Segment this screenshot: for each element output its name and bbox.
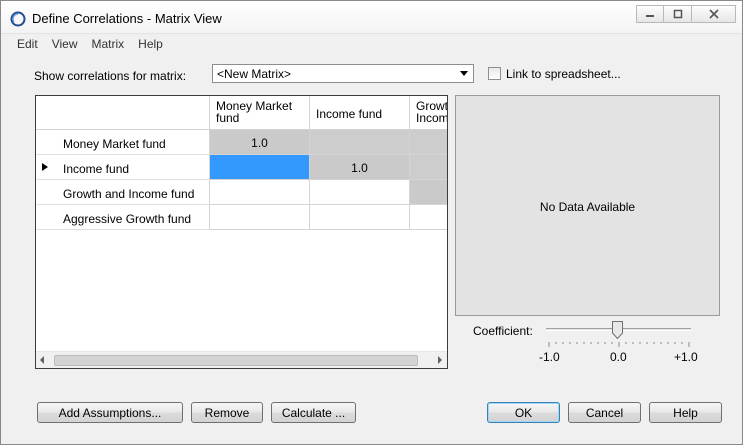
no-data-message: No Data Available <box>539 200 636 214</box>
coefficient-max-label: +1.0 <box>674 350 698 364</box>
horizontal-scrollbar[interactable] <box>36 351 447 368</box>
column-header[interactable]: Growth and Income fund <box>410 96 447 130</box>
add-assumptions-button[interactable]: Add Assumptions... <box>37 402 183 423</box>
calculate-button[interactable]: Calculate ... <box>271 402 356 423</box>
menu-matrix[interactable]: Matrix <box>84 35 131 53</box>
remove-button[interactable]: Remove <box>191 402 263 423</box>
ok-button[interactable]: OK <box>487 402 560 423</box>
matrix-cell[interactable] <box>210 205 310 230</box>
matrix-cell[interactable]: 1.0 <box>310 155 410 180</box>
define-correlations-dialog: Define Correlations - Matrix View Edit V… <box>0 0 743 445</box>
close-button[interactable] <box>692 5 736 23</box>
matrix-cell[interactable] <box>210 180 310 205</box>
matrix-cell[interactable] <box>310 180 410 205</box>
window-title: Define Correlations - Matrix View <box>32 11 222 26</box>
maximize-icon <box>673 9 682 19</box>
grid-corner <box>36 96 210 130</box>
title-bar: Define Correlations - Matrix View <box>1 1 742 34</box>
row-selector[interactable] <box>36 205 52 230</box>
link-to-spreadsheet-checkbox[interactable] <box>488 67 501 80</box>
menu-help[interactable]: Help <box>131 35 170 53</box>
matrix-select-value: <New Matrix> <box>217 67 292 81</box>
matrix-cell <box>410 130 447 155</box>
column-header[interactable]: Money Market fund <box>210 96 310 130</box>
close-icon <box>708 9 719 19</box>
current-row-arrow-icon <box>42 163 48 171</box>
matrix-selector-label: Show correlations for matrix: <box>34 69 187 83</box>
coefficient-slider-thumb[interactable] <box>612 321 623 339</box>
scrollbar-thumb[interactable] <box>54 355 418 366</box>
correlation-preview-panel: No Data Available <box>455 95 720 316</box>
matrix-cell[interactable] <box>410 180 447 205</box>
menu-edit[interactable]: Edit <box>10 35 45 53</box>
scroll-left-icon[interactable] <box>40 356 44 364</box>
maximize-button[interactable] <box>664 5 692 23</box>
current-row-indicator[interactable] <box>36 155 52 180</box>
matrix-cell[interactable]: 1.0 <box>210 130 310 155</box>
cancel-button[interactable]: Cancel <box>568 402 641 423</box>
coefficient-min-label: -1.0 <box>539 350 560 364</box>
link-to-spreadsheet-label[interactable]: Link to spreadsheet... <box>506 67 621 81</box>
coefficient-mid-label: 0.0 <box>610 350 627 364</box>
help-button[interactable]: Help <box>649 402 722 423</box>
row-header: Income fund <box>52 155 210 180</box>
matrix-cell[interactable] <box>410 205 447 230</box>
window-controls <box>636 5 736 25</box>
row-header: Money Market fund <box>52 130 210 155</box>
correlation-matrix-grid: Money Market fund Income fund Growth and… <box>35 95 448 369</box>
scroll-right-icon[interactable] <box>438 356 442 364</box>
minimize-button[interactable] <box>636 5 664 23</box>
dropdown-arrow-icon <box>460 71 468 76</box>
column-header[interactable]: Income fund <box>310 96 410 130</box>
crystal-ball-app-icon <box>10 11 26 27</box>
matrix-select[interactable]: <New Matrix> <box>212 64 474 83</box>
row-header: Aggressive Growth fund <box>52 205 210 230</box>
row-header: Growth and Income fund <box>52 180 210 205</box>
menu-bar: Edit View Matrix Help <box>1 35 742 53</box>
matrix-cell <box>310 130 410 155</box>
coefficient-label: Coefficient: <box>473 324 533 338</box>
row-selector[interactable] <box>36 130 52 155</box>
row-selector[interactable] <box>36 180 52 205</box>
slider-ticks <box>548 342 690 347</box>
matrix-cell[interactable] <box>310 205 410 230</box>
matrix-cell-selected[interactable] <box>210 155 310 180</box>
minimize-icon <box>646 15 654 17</box>
menu-view[interactable]: View <box>45 35 85 53</box>
matrix-cell <box>410 155 447 180</box>
